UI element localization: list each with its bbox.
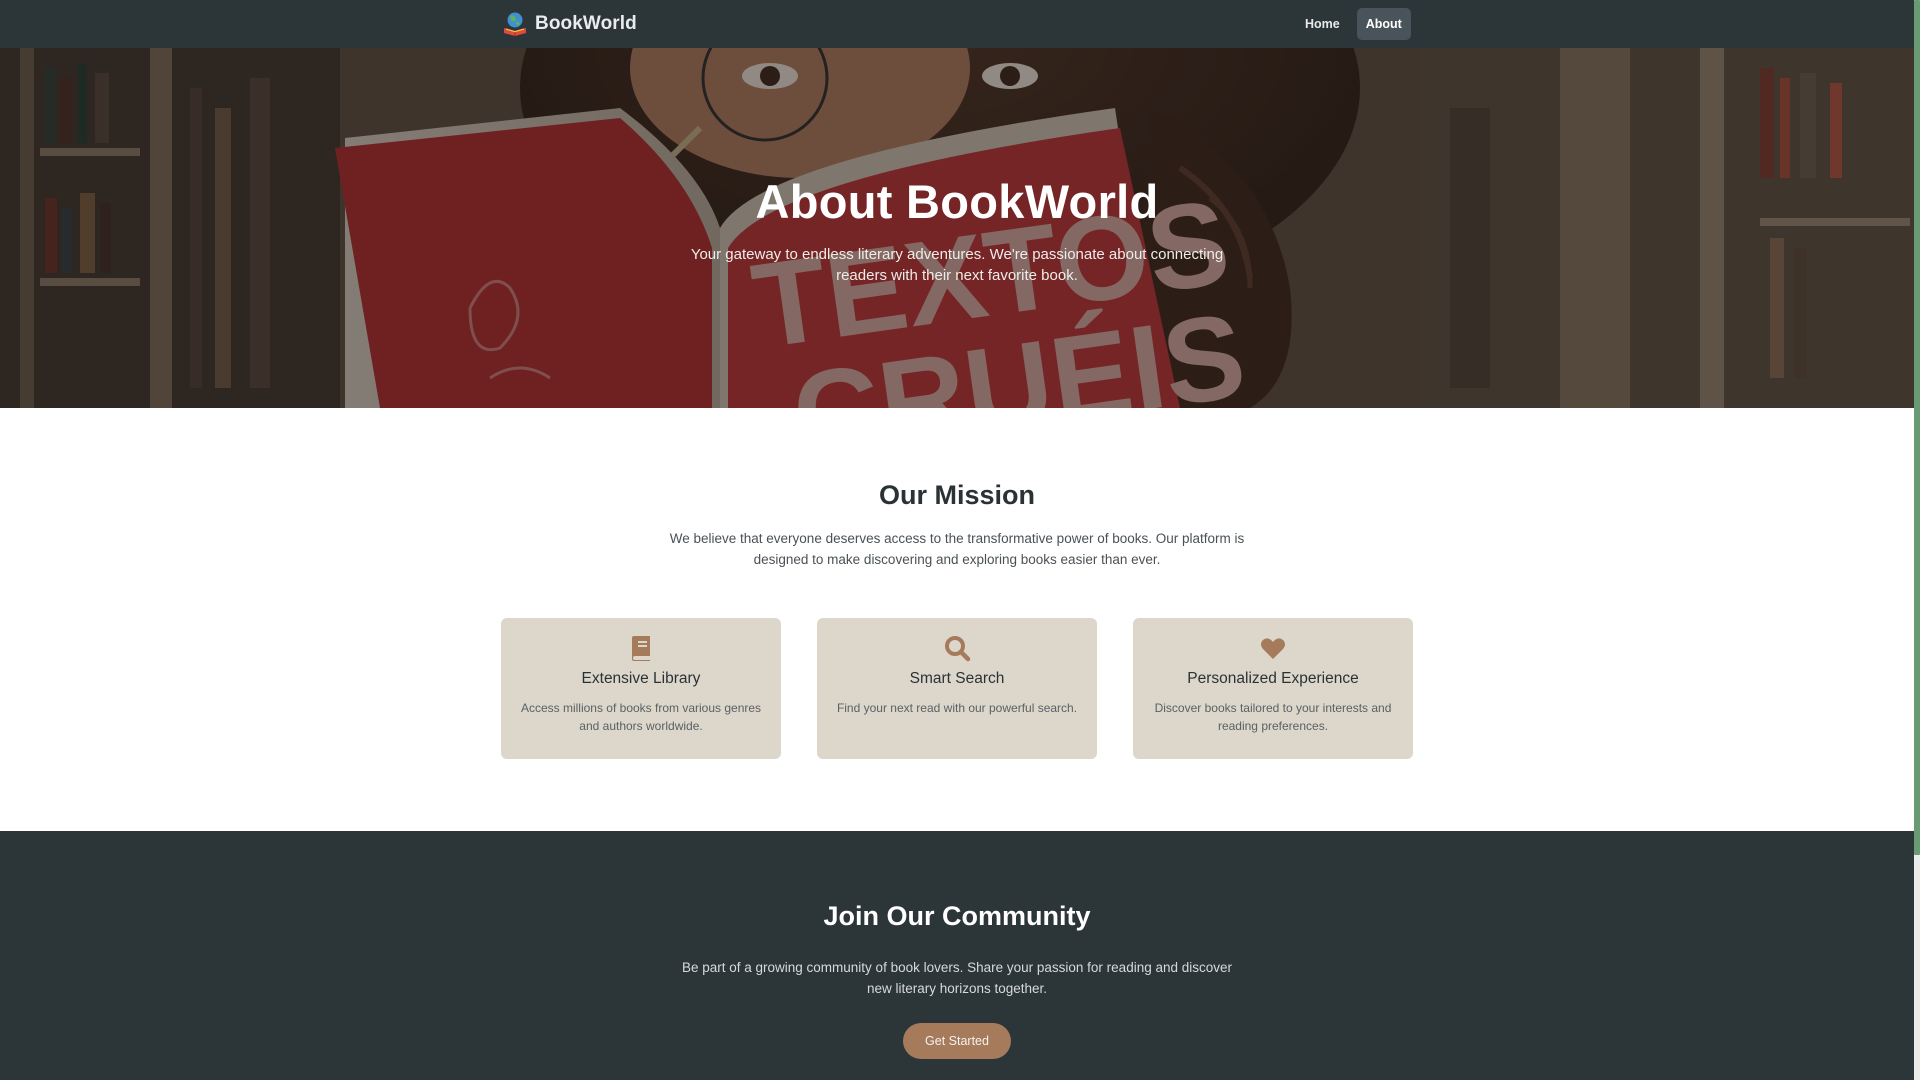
feature-title: Smart Search [909, 670, 1005, 687]
feature-title: Personalized Experience [1187, 670, 1359, 687]
feature-description: Find your next read with our powerful se… [836, 701, 1078, 715]
feature-card-search: Smart Search Find your next read with ou… [817, 618, 1097, 759]
book-icon [632, 636, 650, 661]
brand-link[interactable]: BookWorld [501, 10, 637, 38]
feature-description: Discover books tailored to your interest… [1154, 701, 1392, 733]
page-scrollbar[interactable] [1914, 0, 1920, 1080]
globe-book-icon [504, 12, 526, 36]
nav-links: Home About [1296, 8, 1411, 40]
mission-section: Our Mission We believe that everyone des… [0, 408, 1914, 831]
hero-subtitle: Your gateway to endless literary adventu… [690, 246, 1224, 284]
search-icon [945, 636, 971, 662]
feature-card-library: Extensive Library Access millions of boo… [501, 618, 781, 759]
feature-cards: Extensive Library Access millions of boo… [501, 618, 1413, 759]
mission-text: We believe that everyone deserves access… [669, 531, 1245, 567]
hero-title: About BookWorld [755, 175, 1159, 228]
mission-title: Our Mission [878, 480, 1035, 510]
heart-icon [1261, 638, 1285, 659]
community-text: Be part of a growing community of book l… [681, 960, 1233, 996]
brand-name: BookWorld [535, 13, 637, 34]
community-title: Join Our Community [823, 901, 1091, 931]
feature-card-personalized: Personalized Experience Discover books t… [1133, 618, 1413, 759]
community-section: Join Our Community Be part of a growing … [0, 831, 1914, 1080]
nav-home-link[interactable]: Home [1296, 8, 1349, 40]
feature-title: Extensive Library [581, 670, 701, 687]
get-started-button[interactable]: Get Started [903, 1023, 1011, 1059]
nav-about-link[interactable]: About [1356, 8, 1411, 40]
navbar: BookWorld Home About [0, 0, 1914, 48]
feature-description: Access millions of books from various ge… [520, 701, 762, 733]
hero-section: TEXTOS CRUÉIS About BookWorld Your gatew… [0, 48, 1914, 408]
scrollbar-thumb[interactable] [1914, 0, 1920, 855]
